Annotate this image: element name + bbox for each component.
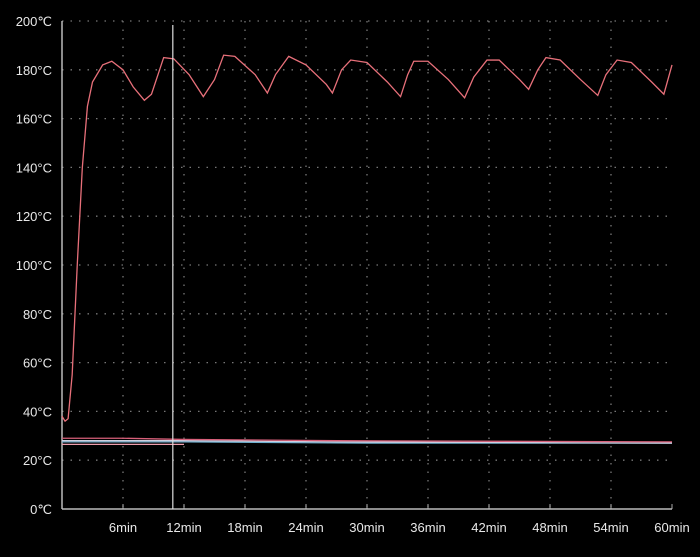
y-tick-label: 200℃ xyxy=(16,14,52,29)
y-tick-label: 20°C xyxy=(23,453,52,468)
y-tick-label: 0℃ xyxy=(30,502,52,517)
x-tick-label: 60min xyxy=(654,520,689,535)
y-tick-label: 60°C xyxy=(23,356,52,371)
x-tick-label: 18min xyxy=(227,520,262,535)
x-tick-label: 48min xyxy=(532,520,567,535)
series-line-probe-1 xyxy=(61,54,673,423)
x-tick-label: 6min xyxy=(109,520,137,535)
x-tick-label: 54min xyxy=(593,520,628,535)
x-tick-label: 42min xyxy=(471,520,506,535)
y-tick-label: 180°C xyxy=(16,63,52,78)
x-tick-label: 30min xyxy=(349,520,384,535)
temperature-chart: 0℃ 20°C 40°C 60°C 80°C 100°C 120°C 140°C 160°C 18… xyxy=(16,14,690,535)
x-tick-label: 36min xyxy=(410,520,445,535)
y-tick-label: 120°C xyxy=(16,209,52,224)
y-tick-label: 80°C xyxy=(23,307,52,322)
x-tick-label: 12min xyxy=(166,520,201,535)
y-tick-label: 100°C xyxy=(16,258,52,273)
y-tick-label: 40°C xyxy=(23,404,52,419)
x-tick-label: 24min xyxy=(288,520,323,535)
y-tick-label: 160°C xyxy=(16,112,52,127)
y-tick-label: 140°C xyxy=(16,160,52,175)
